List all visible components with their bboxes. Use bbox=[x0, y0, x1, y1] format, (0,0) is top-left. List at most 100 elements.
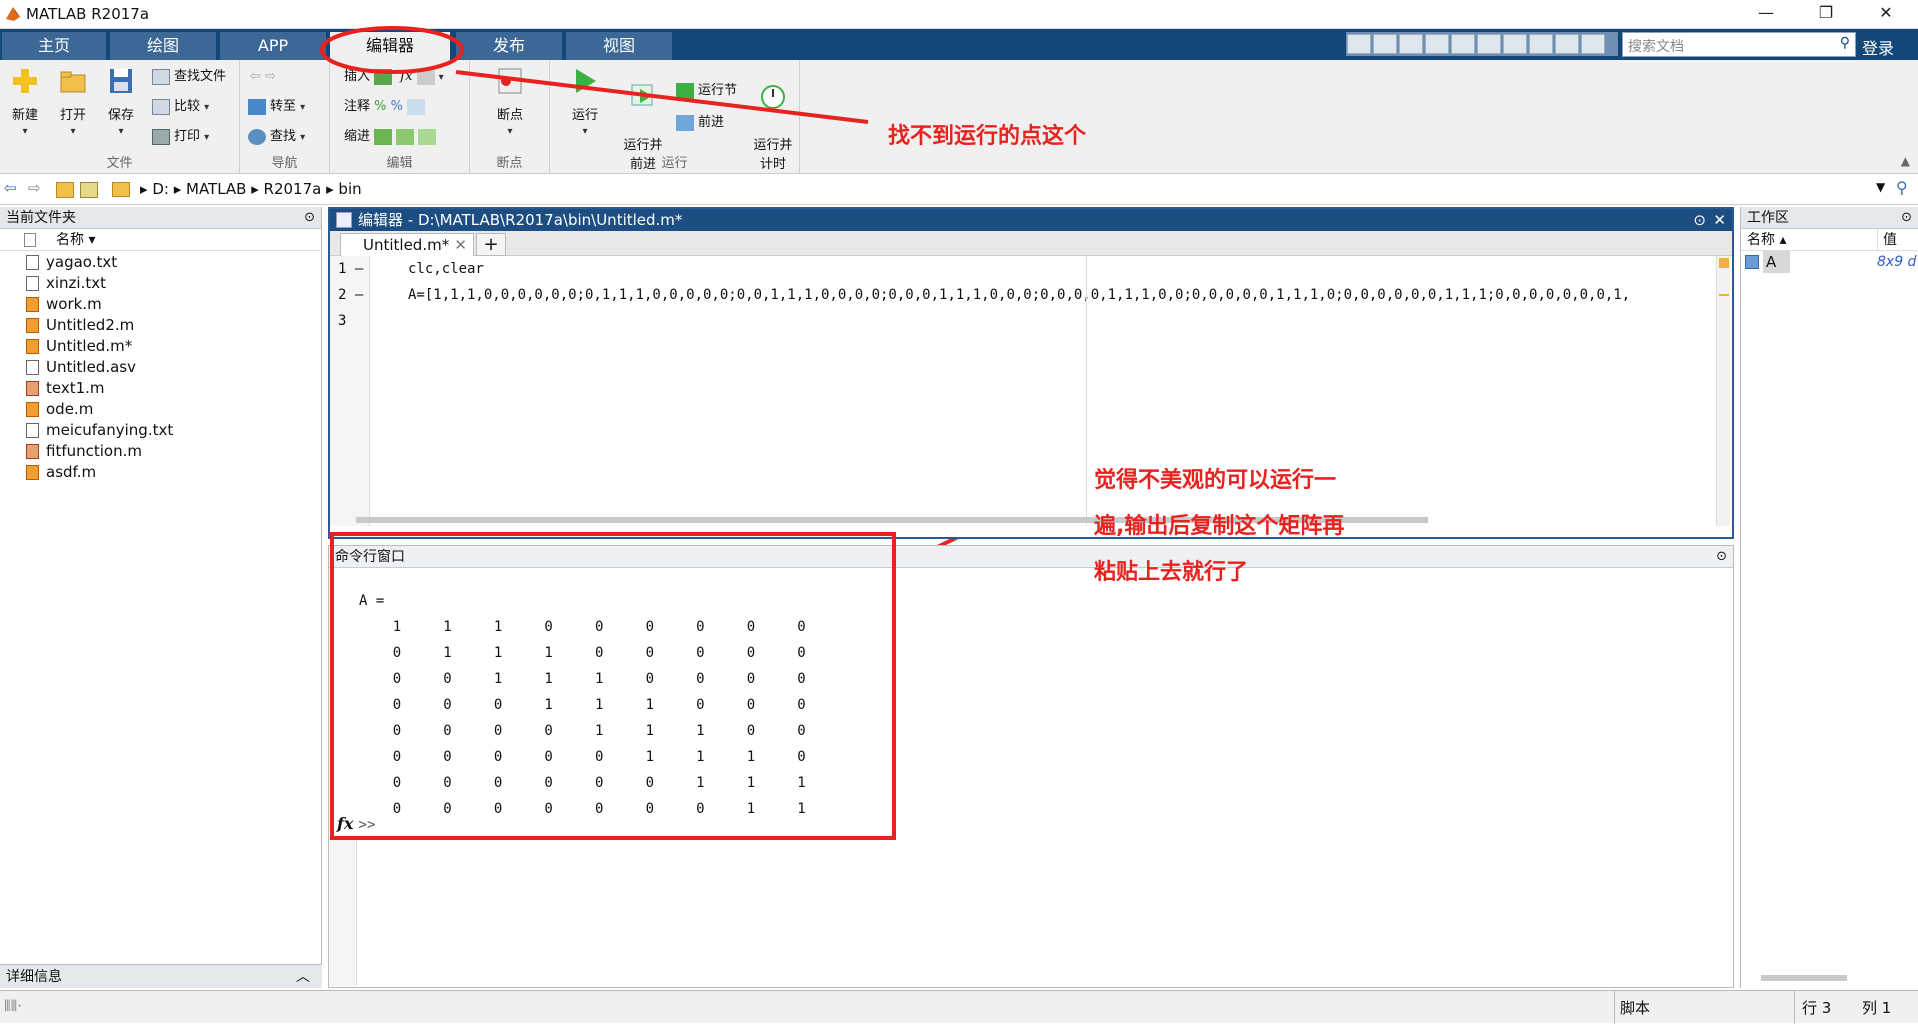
insert-button[interactable]: 插入 fx ▾ bbox=[344, 66, 444, 88]
editor-menu-icon[interactable]: ⊙ bbox=[1693, 209, 1706, 231]
file-item[interactable]: xinzi.txt bbox=[0, 273, 321, 294]
file-item[interactable]: text1.m bbox=[0, 378, 321, 399]
smart-indent-icon[interactable] bbox=[374, 128, 393, 145]
print-button[interactable]: 打印 ▾ bbox=[152, 126, 209, 148]
workspace-column-headers: 名称 ▴ 值 bbox=[1741, 229, 1918, 251]
breadcrumb-bin[interactable]: bin bbox=[338, 180, 361, 198]
workspace-name-column[interactable]: 名称 ▴ bbox=[1747, 229, 1786, 251]
warning-indicator-icon[interactable] bbox=[1719, 258, 1729, 268]
file-item[interactable]: Untitled.asv bbox=[0, 357, 321, 378]
collapse-ribbon-icon[interactable]: ▲ bbox=[1901, 154, 1910, 168]
expand-details-icon[interactable]: ︿ bbox=[296, 965, 310, 989]
forward-icon[interactable]: ⇨ bbox=[28, 179, 41, 197]
browse-folder-icon[interactable] bbox=[80, 182, 98, 198]
run-section-button[interactable]: 运行节 bbox=[676, 80, 737, 102]
back-icon[interactable]: ⇦ bbox=[4, 179, 17, 197]
comment-button[interactable]: 注释 % % bbox=[344, 96, 429, 118]
editor-close-icon[interactable]: ✕ bbox=[1713, 209, 1726, 231]
percent-comment-icon[interactable]: % bbox=[374, 99, 386, 114]
workspace-variable-row[interactable]: A 8x9 d bbox=[1741, 251, 1918, 273]
search-icon[interactable]: ⚲ bbox=[1840, 35, 1850, 51]
goto-button[interactable]: 转至 ▾ bbox=[248, 96, 305, 118]
find-button[interactable]: 查找 ▾ bbox=[248, 126, 305, 148]
fx-icon[interactable]: fx bbox=[400, 69, 412, 84]
print-icon bbox=[152, 128, 170, 145]
new-button[interactable]: 新建 ▾ bbox=[0, 60, 50, 138]
tab-apps[interactable]: APP bbox=[220, 32, 326, 60]
workspace-menu-icon[interactable]: ⊙ bbox=[1901, 207, 1912, 229]
login-link[interactable]: 登录 bbox=[1862, 35, 1894, 59]
file-item[interactable]: work.m bbox=[0, 294, 321, 315]
file-item[interactable]: ode.m bbox=[0, 399, 321, 420]
copy-icon[interactable] bbox=[1425, 34, 1449, 54]
name-column-header[interactable]: 名称 ▾ bbox=[0, 229, 321, 251]
breakpoints-button[interactable]: 断点 ▾ bbox=[485, 60, 535, 138]
code-line[interactable]: A=[1,1,1,0,0,0,0,0,0;0,1,1,1,0,0,0,0,0;0… bbox=[372, 282, 1712, 308]
find-files-button[interactable]: 查找文件 bbox=[152, 66, 226, 88]
compare-button[interactable]: 比较 ▾ bbox=[152, 96, 209, 118]
decrease-indent-icon[interactable] bbox=[418, 128, 437, 145]
save-button[interactable]: 保存 ▾ bbox=[96, 60, 146, 138]
panel-menu-icon[interactable]: ⊙ bbox=[304, 207, 315, 229]
percent-uncomment-icon[interactable]: % bbox=[391, 99, 403, 114]
open-button[interactable]: 打开 ▾ bbox=[48, 60, 98, 138]
undo-icon[interactable] bbox=[1477, 34, 1501, 54]
switch-windows-icon[interactable] bbox=[1529, 34, 1553, 54]
tab-plots[interactable]: 绘图 bbox=[110, 32, 216, 60]
tab-home[interactable]: 主页 bbox=[2, 32, 106, 60]
restore-button[interactable]: ❐ bbox=[1806, 3, 1846, 25]
run-button[interactable]: 运行 ▾ bbox=[560, 60, 610, 138]
edit-section-label: 编辑 bbox=[386, 156, 413, 171]
tab-editor[interactable]: 编辑器 bbox=[330, 32, 450, 60]
workspace-value-column[interactable]: 值 bbox=[1883, 229, 1897, 251]
col-label: 列 bbox=[1862, 999, 1878, 1017]
tab-view[interactable]: 视图 bbox=[566, 32, 672, 60]
run-section: 运行 ▾ 运行并 前进 运行节 前进 运行并 计时 运行 bbox=[550, 60, 800, 174]
address-dropdown-icon[interactable]: ▼ bbox=[1876, 180, 1885, 194]
code-area[interactable]: clc,clear A=[1,1,1,0,0,0,0,0,0;0,1,1,1,0… bbox=[372, 256, 1712, 526]
code-line[interactable]: clc,clear bbox=[372, 256, 1712, 282]
m-file-icon bbox=[26, 318, 39, 333]
tab-untitled-m[interactable]: Untitled.m* ✕ bbox=[340, 233, 474, 256]
workspace-scrollbar[interactable] bbox=[1761, 975, 1847, 981]
wrap-comment-icon[interactable] bbox=[407, 98, 426, 115]
redo-icon[interactable] bbox=[1503, 34, 1527, 54]
file-item[interactable]: fitfunction.m bbox=[0, 441, 321, 462]
details-panel-header[interactable]: 详细信息 ︿ bbox=[0, 964, 322, 988]
file-name: Untitled2.m bbox=[46, 316, 135, 334]
search-docs-input[interactable]: 搜索文档 ⚲ bbox=[1622, 32, 1856, 57]
print-label: 打印 bbox=[174, 129, 201, 144]
back-forward-buttons[interactable]: ⇦ ⇨ bbox=[250, 66, 276, 88]
cut-icon[interactable] bbox=[1399, 34, 1423, 54]
help-icon[interactable] bbox=[1581, 34, 1605, 54]
quick-access-icon[interactable] bbox=[1347, 34, 1371, 54]
code-line[interactable] bbox=[372, 308, 1712, 334]
breadcrumb-drive[interactable]: D: bbox=[152, 180, 169, 198]
file-item[interactable]: asdf.m bbox=[0, 462, 321, 483]
paste-icon[interactable] bbox=[1451, 34, 1475, 54]
goto-icon bbox=[248, 98, 266, 115]
file-item[interactable]: meicufanying.txt bbox=[0, 420, 321, 441]
file-item[interactable]: Untitled2.m bbox=[0, 315, 321, 336]
variable-name[interactable]: A bbox=[1763, 251, 1791, 273]
advance-button[interactable]: 前进 bbox=[676, 112, 724, 134]
minimize-button[interactable]: — bbox=[1746, 3, 1786, 25]
warning-marker[interactable] bbox=[1719, 294, 1729, 296]
breadcrumb-matlab[interactable]: MATLAB bbox=[186, 180, 246, 198]
search-folder-icon[interactable]: ⚲ bbox=[1896, 178, 1908, 197]
file-item[interactable]: Untitled.m* bbox=[0, 336, 321, 357]
command-window-menu-icon[interactable]: ⊙ bbox=[1716, 546, 1727, 568]
tab-publish[interactable]: 发布 bbox=[456, 32, 562, 60]
breadcrumb-r2017a[interactable]: R2017a bbox=[264, 180, 322, 198]
layout-icon[interactable] bbox=[1555, 34, 1579, 54]
up-folder-icon[interactable] bbox=[56, 182, 74, 198]
tab-close-icon[interactable]: ✕ bbox=[454, 234, 467, 256]
indent-button[interactable]: 缩进 bbox=[344, 126, 440, 148]
add-tab-button[interactable]: + bbox=[476, 233, 506, 256]
advance-label: 前进 bbox=[698, 115, 725, 130]
breakpoints-section-label: 断点 bbox=[496, 156, 523, 171]
increase-indent-icon[interactable] bbox=[396, 128, 415, 145]
save-quick-icon[interactable] bbox=[1373, 34, 1397, 54]
close-window-button[interactable]: ✕ bbox=[1866, 3, 1906, 25]
file-item[interactable]: yagao.txt bbox=[0, 252, 321, 273]
